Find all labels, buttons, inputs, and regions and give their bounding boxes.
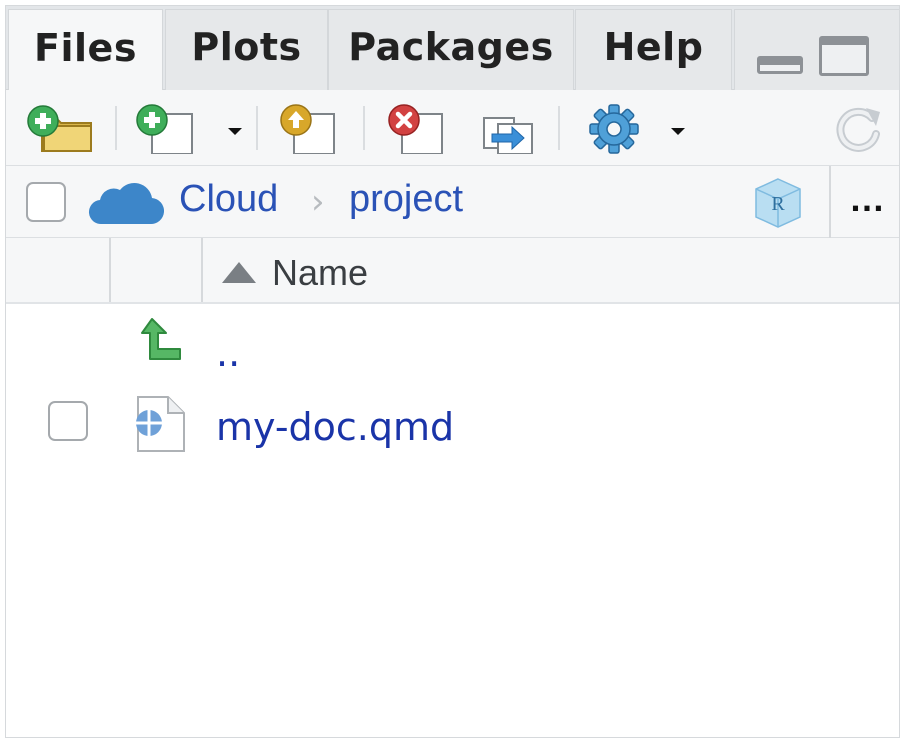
- more-options-button[interactable]: [584, 104, 694, 154]
- column-divider: [109, 238, 111, 302]
- files-toolbar: [6, 90, 899, 166]
- gear-icon: [589, 104, 639, 154]
- upload-icon: [280, 104, 335, 155]
- refresh-icon: [836, 107, 880, 152]
- breadcrumb-cloud-link[interactable]: Cloud: [179, 178, 278, 221]
- tab-bar: Files Plots Packages Help: [6, 6, 899, 91]
- refresh-button[interactable]: [828, 104, 888, 154]
- r-project-cube-icon[interactable]: R: [751, 176, 805, 230]
- tab-help-label: Help: [603, 25, 704, 69]
- tab-packages[interactable]: Packages: [328, 9, 574, 90]
- list-item[interactable]: my-doc.qmd: [6, 391, 899, 461]
- toolbar-separator: [256, 106, 258, 150]
- breadcrumb-project-link[interactable]: project: [349, 178, 463, 221]
- new-folder-button[interactable]: [26, 104, 96, 154]
- upload-button[interactable]: [274, 104, 344, 155]
- minimize-pane-button[interactable]: [757, 56, 803, 74]
- cloud-icon: [89, 183, 164, 225]
- files-pane: Files Plots Packages Help Cloud › projec…: [5, 5, 900, 738]
- rename-icon: [483, 117, 533, 155]
- name-column-header[interactable]: Name: [272, 252, 368, 294]
- new-folder-icon: [27, 105, 92, 152]
- toolbar-separator: [363, 106, 365, 150]
- more-actions-button[interactable]: …: [849, 178, 886, 220]
- delete-icon: [388, 104, 443, 155]
- new-blank-file-icon: [136, 104, 193, 155]
- chevron-down-icon: [671, 128, 685, 135]
- tab-packages-label: Packages: [348, 25, 554, 69]
- select-all-checkbox[interactable]: [26, 182, 66, 222]
- breadcrumb-divider: [829, 166, 831, 238]
- pane-window-controls: [734, 9, 899, 90]
- row-checkbox[interactable]: [48, 401, 88, 441]
- delete-button[interactable]: [382, 104, 452, 155]
- toolbar-separator: [558, 106, 560, 150]
- quarto-file-icon: [136, 396, 185, 452]
- tab-help[interactable]: Help: [575, 9, 732, 90]
- file-name-link[interactable]: my-doc.qmd: [216, 405, 454, 449]
- tab-files[interactable]: Files: [8, 9, 163, 91]
- tab-plots-label: Plots: [191, 25, 302, 69]
- column-divider: [201, 238, 203, 302]
- column-header: Name: [6, 238, 899, 304]
- tab-plots[interactable]: Plots: [165, 9, 328, 90]
- breadcrumb: Cloud › project R …: [6, 166, 899, 238]
- maximize-pane-button[interactable]: [819, 36, 869, 76]
- new-blank-file-button[interactable]: [134, 104, 244, 155]
- list-item[interactable]: ..: [6, 309, 899, 379]
- chevron-down-icon: [228, 128, 242, 135]
- file-name-link[interactable]: ..: [216, 331, 240, 375]
- tab-files-label: Files: [34, 25, 137, 70]
- svg-text:R: R: [771, 193, 785, 215]
- toolbar-separator: [115, 106, 117, 150]
- rename-button[interactable]: [474, 104, 544, 155]
- breadcrumb-separator: ›: [311, 182, 325, 222]
- parent-folder-up-icon: [141, 318, 181, 360]
- sort-ascending-icon[interactable]: [222, 262, 256, 283]
